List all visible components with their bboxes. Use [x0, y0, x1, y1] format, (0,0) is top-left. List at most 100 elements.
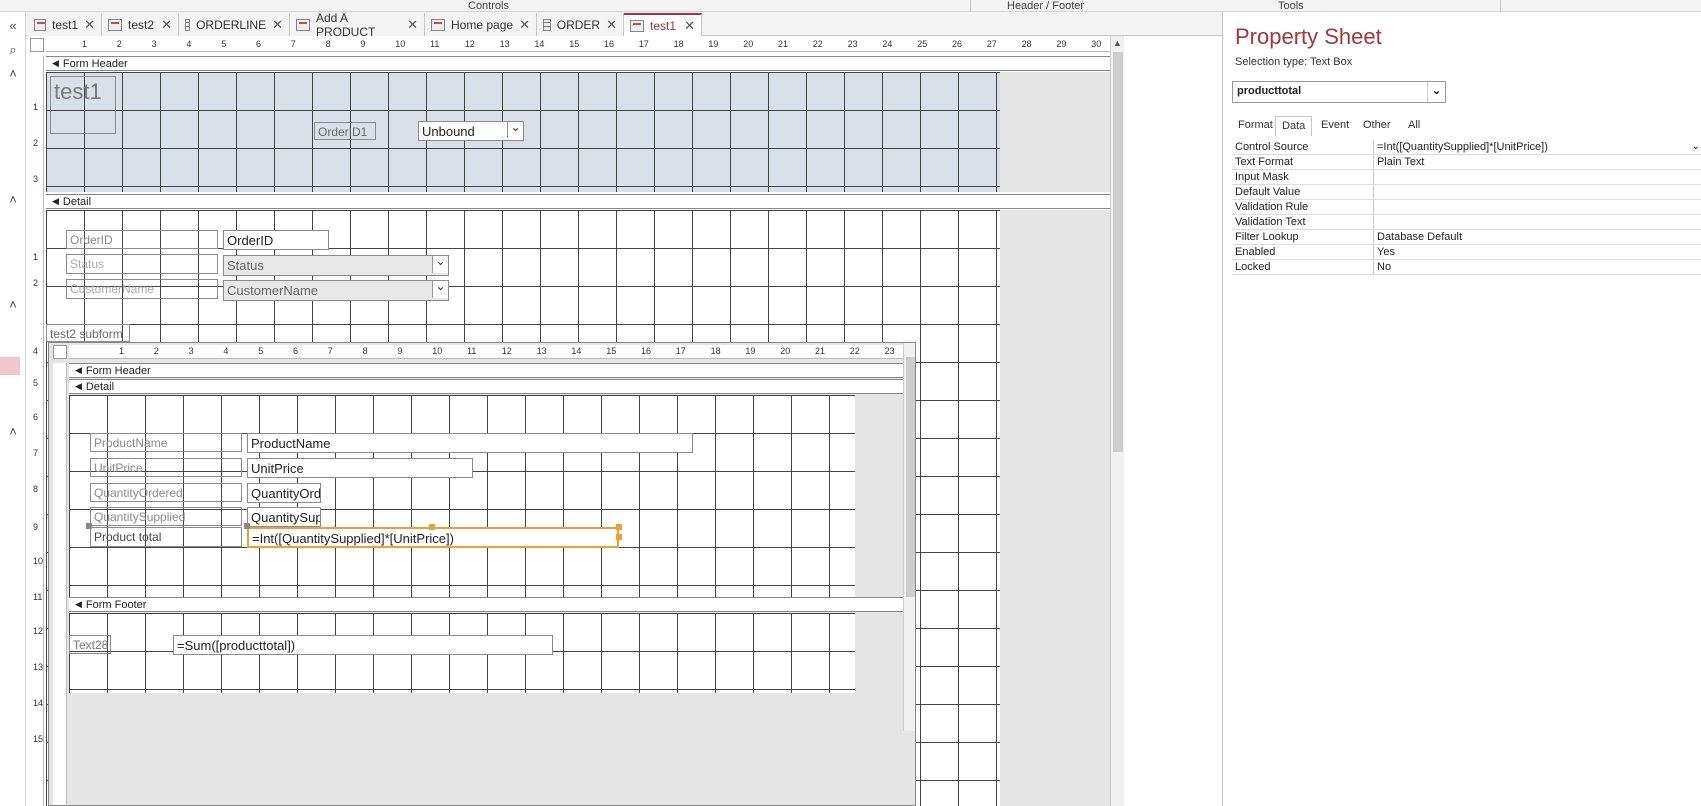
navigation-pane-collapsed[interactable]: « ⌕ ˄ ˄ ˄ ˄	[0, 12, 26, 806]
tab-home-page[interactable]: Home page ✕	[425, 13, 537, 36]
subform-vertical-ruler[interactable]	[53, 363, 67, 805]
property-key: Text Format	[1232, 155, 1374, 169]
tab-orderline[interactable]: ORDERLINE ✕	[179, 13, 290, 36]
collapse-section-icon[interactable]: ˄	[4, 297, 22, 312]
ruler-tick-label: 25	[917, 39, 928, 49]
close-icon[interactable]: ✕	[161, 17, 172, 33]
tab-other[interactable]: Other	[1357, 116, 1397, 136]
productname-label[interactable]: ProductName	[90, 433, 242, 452]
productname-textbox[interactable]: ProductName	[247, 433, 693, 453]
property-row[interactable]: Default Value	[1232, 185, 1701, 200]
select-subform-box[interactable]	[53, 345, 67, 359]
subform-horizontal-ruler[interactable]: 123456789101112131415161718192021222324	[69, 345, 903, 359]
property-row[interactable]: Validation Text	[1232, 215, 1701, 230]
search-icon[interactable]: ⌕	[4, 42, 22, 58]
close-icon[interactable]: ✕	[272, 17, 283, 33]
property-value[interactable]	[1374, 170, 1701, 184]
status-label[interactable]: Status	[66, 254, 218, 274]
property-value[interactable]: Database Default	[1374, 230, 1701, 244]
property-row[interactable]: Validation Rule	[1232, 200, 1701, 215]
text28-label[interactable]: Text28	[69, 635, 111, 654]
move-handle[interactable]	[86, 523, 92, 529]
quantitysupplied-label[interactable]: QuantitySupplied	[90, 507, 242, 526]
ruler-tick-label: 18	[673, 39, 684, 49]
close-icon[interactable]: ✕	[606, 17, 617, 33]
orderid1-label[interactable]: OrderID1	[314, 122, 376, 140]
property-row[interactable]: Text Format Plain Text	[1232, 155, 1701, 170]
select-form-box[interactable]	[30, 38, 44, 52]
horizontal-ruler[interactable]: 1 2 3 4 5 6 7 8 9 10 11 12 13 14 15 16 17 18 19 20 21 22 23 24 2…	[46, 38, 1110, 52]
property-value[interactable]: Plain Text	[1374, 155, 1701, 169]
collapse-section-icon[interactable]: ˄	[4, 66, 22, 81]
form-design-surface[interactable]: 1 2 3 4 5 6 7 8 9 10 11 12 13 14 15 16 17 18 19 20 21 22 23 24 2…	[26, 36, 1222, 806]
property-sheet: Property Sheet Selection type: Text Box …	[1222, 12, 1701, 806]
collapse-section-icon[interactable]: ˄	[4, 192, 22, 207]
tab-event[interactable]: Event	[1315, 116, 1355, 136]
product-total-label[interactable]: Product total	[90, 527, 242, 547]
resize-handle[interactable]	[616, 524, 622, 530]
subform-form-header-band[interactable]: ◀ Form Header	[69, 363, 903, 378]
selected-control-name: producttotal	[1237, 85, 1302, 97]
property-value[interactable]	[1374, 200, 1701, 214]
quantityordered-textbox[interactable]: QuantityOrd	[247, 483, 321, 503]
form-header-band[interactable]: ◀ Form Header	[46, 56, 1110, 71]
property-row[interactable]: Filter Lookup Database Default	[1232, 230, 1701, 245]
quantitysupplied-textbox[interactable]: QuantitySup	[247, 507, 321, 527]
property-key: Input Mask	[1232, 170, 1374, 184]
property-row[interactable]: Enabled Yes	[1232, 245, 1701, 260]
customername-label[interactable]: CustomerName	[66, 279, 218, 299]
move-handle[interactable]	[244, 523, 250, 529]
property-row[interactable]: Locked No	[1232, 260, 1701, 275]
ruler-tick-label: 9	[397, 346, 403, 356]
close-icon[interactable]: ✕	[519, 17, 530, 33]
ruler-tick-label: 19	[708, 39, 719, 49]
subform-label[interactable]: test2 subform	[46, 324, 130, 342]
collapse-section-icon[interactable]: ˄	[4, 424, 22, 439]
form-title-label[interactable]: test1	[50, 76, 116, 134]
producttotal-textbox[interactable]: =Int([QuantitySupplied]*[UnitPrice])	[247, 527, 619, 548]
tab-order[interactable]: ORDER ✕	[537, 13, 624, 36]
property-row[interactable]: Input Mask	[1232, 170, 1701, 185]
subform-detail-band[interactable]: ◀ Detail	[69, 379, 903, 394]
expand-nav-icon[interactable]: «	[4, 18, 22, 33]
property-value[interactable]	[1374, 215, 1701, 229]
test2-subform[interactable]: 123456789101112131415161718192021222324 …	[48, 342, 916, 806]
close-icon[interactable]: ✕	[84, 17, 95, 33]
tab-add-a-product[interactable]: Add A PRODUCT ✕	[290, 11, 425, 39]
subform-form-footer-band[interactable]: ◀ Form Footer	[69, 597, 903, 612]
detail-band[interactable]: ◀ Detail	[46, 194, 1110, 209]
property-value[interactable]	[1374, 185, 1701, 199]
tab-test1-active[interactable]: test1 ✕	[624, 13, 702, 36]
ruler-tick-label: 1	[82, 39, 88, 49]
property-value[interactable]: No	[1374, 260, 1701, 274]
unitprice-label[interactable]: UnitPrice	[90, 458, 242, 477]
resize-handle[interactable]	[616, 534, 622, 540]
property-key: Enabled	[1232, 245, 1374, 259]
vertical-ruler[interactable]: 1 2 3 1 2 4 5 6 7 8 9 10 11 12 13 14 15	[30, 56, 44, 806]
tab-all[interactable]: All	[1402, 116, 1426, 136]
orderid-textbox[interactable]: OrderID	[223, 230, 329, 250]
control-selector[interactable]: producttotal ⌄	[1232, 81, 1446, 103]
tab-test2[interactable]: test2 ✕	[102, 13, 179, 36]
property-value[interactable]: Yes	[1374, 245, 1701, 259]
scroll-up-icon[interactable]: ▲	[1113, 38, 1122, 48]
subform-vertical-scrollbar[interactable]	[903, 343, 915, 731]
property-value[interactable]: =Int([QuantitySupplied]*[UnitPrice]) ⌄	[1374, 140, 1701, 154]
unbound-combo[interactable]: Unbound	[418, 121, 524, 141]
property-row[interactable]: Control Source =Int([QuantitySupplied]*[U…	[1232, 140, 1701, 155]
chevron-down-icon[interactable]: ⌄	[1427, 82, 1445, 102]
customername-combo[interactable]: CustomerName	[223, 280, 449, 301]
vertical-scrollbar[interactable]: ▲	[1110, 36, 1124, 806]
sum-producttotal-textbox[interactable]: =Sum([producttotal])	[173, 635, 553, 655]
close-icon[interactable]: ✕	[407, 17, 418, 33]
tab-data[interactable]: Data	[1275, 116, 1313, 136]
resize-handle[interactable]	[429, 524, 435, 530]
close-icon[interactable]: ✕	[684, 18, 695, 34]
tab-test1[interactable]: test1 ✕	[28, 13, 102, 36]
orderid-label[interactable]: OrderID	[66, 230, 218, 249]
chevron-down-icon[interactable]: ⌄	[1692, 140, 1700, 154]
quantityordered-label[interactable]: QuantityOrdered	[90, 483, 242, 502]
status-combo[interactable]: Status	[223, 255, 449, 276]
unitprice-textbox[interactable]: UnitPrice	[247, 458, 473, 478]
tab-format[interactable]: Format	[1232, 116, 1279, 136]
